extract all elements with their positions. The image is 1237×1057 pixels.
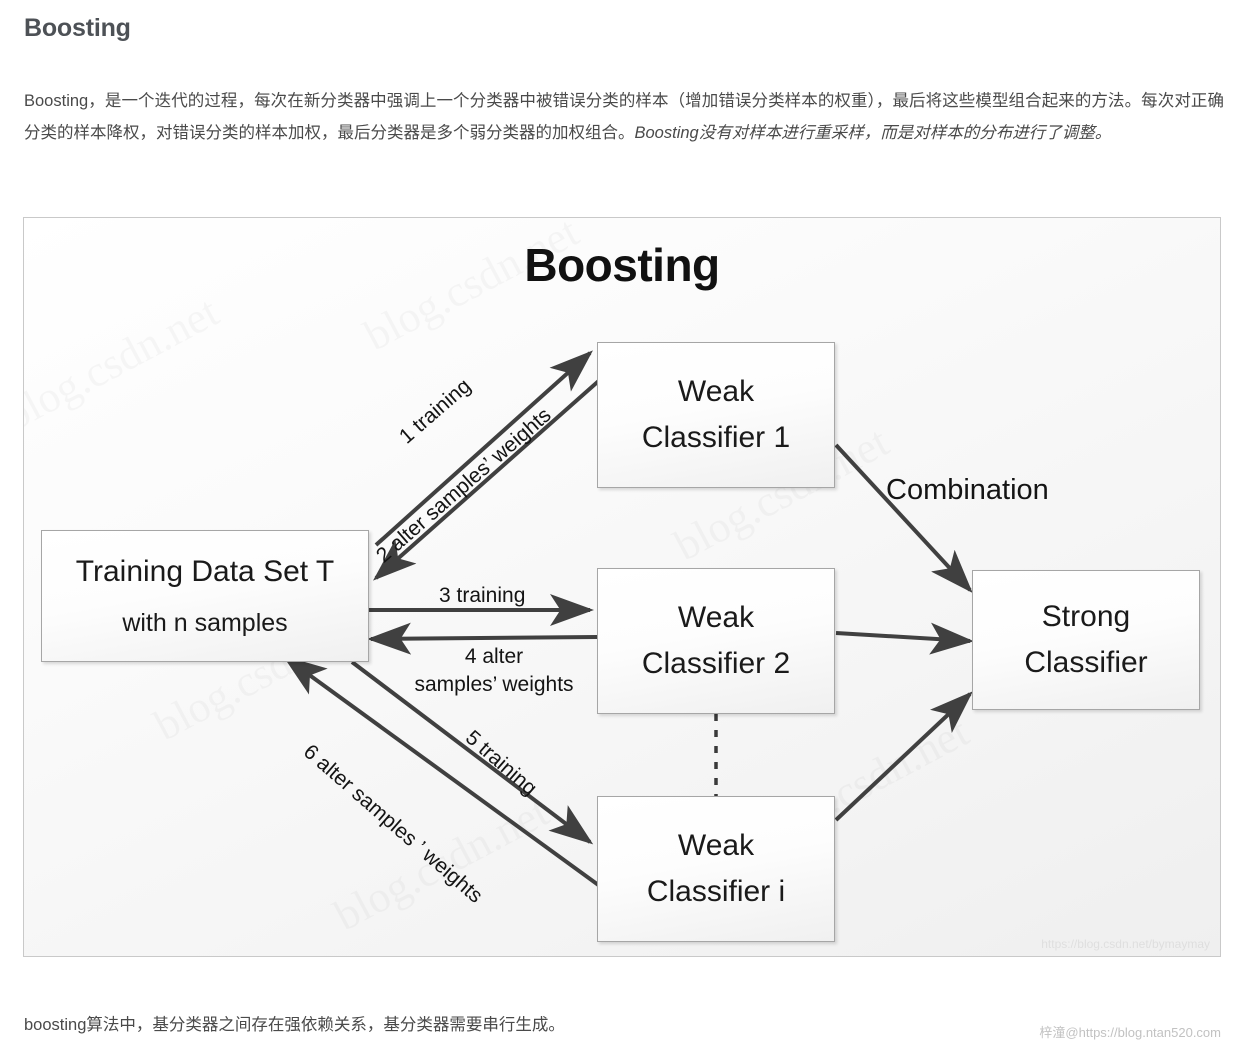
figure-credit-watermark: https://blog.csdn.net/bymaymay bbox=[1041, 937, 1210, 951]
node-weak-classifier-1-line1: Weak bbox=[677, 374, 755, 408]
node-weak-classifier-2-line1: Weak bbox=[677, 600, 755, 634]
node-weak-classifier-2-line2: Classifier 2 bbox=[641, 647, 791, 680]
intro-paragraph-emphasis: Boosting没有对样本进行重采样，而是对样本的分布进行了调整。 bbox=[634, 123, 1112, 142]
edge-label-4-alter-weights: 4 alter samples’ weights bbox=[379, 643, 609, 700]
node-strong-classifier-line1: Strong bbox=[1041, 599, 1131, 633]
edge-label-4-line2: samples’ weights bbox=[414, 673, 574, 697]
intro-paragraph: Boosting，是一个迭代的过程，每次在新分类器中强调上一个分类器中被错误分类… bbox=[24, 85, 1224, 149]
page-title: Boosting bbox=[24, 14, 131, 42]
node-training-data-set-line1: Training Data Set T bbox=[75, 554, 335, 588]
node-weak-classifier-i-line1: Weak bbox=[677, 828, 755, 862]
edge-label-combination: Combination bbox=[886, 474, 1049, 506]
node-weak-classifier-1[interactable]: Weak Classifier 1 bbox=[597, 342, 835, 488]
edge-weak1-to-strong bbox=[834, 443, 973, 593]
edge-4-alter-weights bbox=[367, 622, 598, 655]
node-training-data-set[interactable]: Training Data Set T with n samples bbox=[41, 530, 369, 662]
edge-weaki-to-strong bbox=[834, 691, 973, 822]
edge-label-4-line1: 4 alter bbox=[464, 645, 524, 668]
node-weak-classifier-i[interactable]: Weak Classifier i bbox=[597, 796, 835, 942]
node-training-data-set-line2: with n samples bbox=[122, 608, 288, 637]
edge-1-training bbox=[374, 350, 593, 547]
edge-label-3-training: 3 training bbox=[439, 584, 526, 607]
footer-watermark: 梓潼@https://blog.ntan520.com bbox=[1039, 1025, 1221, 1040]
boosting-diagram-figure: blog.csdn.net blog.csdn.net blog.csdn.ne… bbox=[23, 217, 1221, 957]
node-weak-classifier-i-line2: Classifier i bbox=[646, 875, 786, 908]
node-strong-classifier[interactable]: Strong Classifier bbox=[972, 570, 1200, 710]
footer-note: boosting算法中，基分类器之间存在强依赖关系，基分类器需要串行生成。 bbox=[24, 1016, 565, 1034]
node-weak-classifier-1-line2: Classifier 1 bbox=[641, 421, 791, 454]
edge-weak2-to-strong bbox=[835, 622, 974, 655]
node-weak-classifier-2[interactable]: Weak Classifier 2 bbox=[597, 568, 835, 714]
node-strong-classifier-line2: Classifier bbox=[1024, 646, 1148, 679]
